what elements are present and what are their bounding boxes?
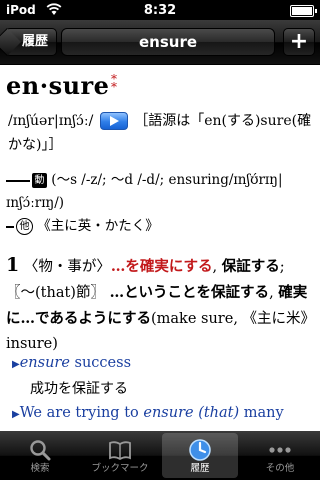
tab-label: 履歴 xyxy=(190,463,210,474)
sense-object: 〈物・事が〉 xyxy=(23,259,111,275)
verb-label-icon: 動 xyxy=(32,173,47,188)
inflection-forms: (～s /-z/; ～d /-d/; ensuring/ɪnʃʊ́rɪŋ|ɪnʃ… xyxy=(6,172,283,211)
frequency-marks: * * xyxy=(111,72,117,94)
more-icon xyxy=(269,447,291,453)
example-keyword: ensure (that) xyxy=(143,405,240,421)
usage-note: 《主に英・かたく》 xyxy=(37,218,159,234)
tab-label: その他 xyxy=(265,463,295,474)
example-text: many xyxy=(239,405,284,421)
tab-label: 検索 xyxy=(30,463,50,474)
status-bar: iPod 8:32 xyxy=(0,0,320,20)
transitive-label-icon: 他 xyxy=(16,218,33,235)
tab-bar: 検索 ブックマーク 履歴 その他 xyxy=(0,431,320,480)
dash-divider xyxy=(6,179,30,182)
add-bookmark-button[interactable]: + xyxy=(283,28,315,56)
tab-label: ブックマーク xyxy=(91,463,149,474)
tab-search[interactable]: 検索 xyxy=(2,433,78,478)
sense-number: 1 xyxy=(6,254,20,276)
example-arrow-icon: ▶ xyxy=(12,409,20,420)
clock-time: 8:32 xyxy=(143,3,177,18)
back-button-label: 履歴 xyxy=(22,34,49,49)
battery-icon xyxy=(290,5,317,17)
example-text: success xyxy=(69,355,132,371)
example-sentence-1[interactable]: ▶ensure success xyxy=(12,355,131,371)
example-arrow-icon: ▶ xyxy=(12,359,20,370)
dictionary-entry: en·sure * * /ɪnʃúər|ɪnʃɔ́ː/ ［語源は「en(する)su… xyxy=(0,65,320,431)
pronunciation-line: /ɪnʃúər|ɪnʃɔ́ː/ ［語源は「en(する)sure(確かな)」］ xyxy=(8,109,314,157)
sense-definition: 1 〈物・事が〉…を確実にする, 保証する; 〖～(that)節〗 …ということ… xyxy=(6,254,308,352)
book-icon xyxy=(109,441,131,461)
dash-divider xyxy=(6,225,14,228)
example-sentence-2[interactable]: ▶We are trying to ensure (that) many xyxy=(12,405,284,421)
sense-translation-3: …ということを保証する xyxy=(109,284,270,301)
example-keyword: ensure xyxy=(19,355,70,371)
tab-history[interactable]: 履歴 xyxy=(162,433,238,478)
clock-icon xyxy=(189,439,211,461)
pronunciation: /ɪnʃúər|ɪnʃɔ́ː/ xyxy=(8,113,94,129)
search-term-field[interactable]: ensure xyxy=(61,28,275,56)
sense-main-translation: …を確実にする xyxy=(110,258,213,275)
tab-bookmarks[interactable]: ブックマーク xyxy=(82,433,158,478)
example-translation-1: 成功を保証する xyxy=(30,381,128,397)
navigation-bar: 履歴 ensure + xyxy=(0,20,320,65)
sense-translation-2: 保証する xyxy=(221,258,280,275)
example-text: We are trying to xyxy=(19,405,144,421)
search-icon xyxy=(30,440,51,461)
play-audio-button[interactable] xyxy=(99,112,128,130)
history-back-button[interactable]: 履歴 xyxy=(5,28,58,56)
headword: en·sure xyxy=(6,71,110,100)
tab-more[interactable]: その他 xyxy=(242,433,318,478)
inflection-block: 動 (～s /-z/; ～d /-d/; ensuring/ɪnʃʊ́rɪŋ|ɪ… xyxy=(6,169,316,238)
